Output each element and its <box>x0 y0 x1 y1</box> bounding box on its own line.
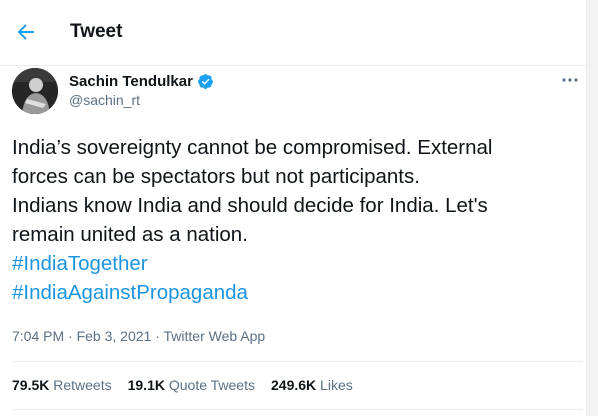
tweet-stats: 79.5K Retweets 19.1K Quote Tweets 249.6K… <box>12 377 353 393</box>
tweet-source[interactable]: Twitter Web App <box>164 328 266 344</box>
divider <box>12 409 582 410</box>
likes-label: Likes <box>320 377 353 393</box>
likes-count: 249.6K <box>271 377 317 393</box>
divider <box>12 361 582 362</box>
quote-tweets-count: 19.1K <box>127 377 165 393</box>
author-handle[interactable]: @sachin_rt <box>69 92 140 108</box>
tweet-text: India’s sovereignty cannot be compromise… <box>12 133 580 307</box>
retweets-count: 79.5K <box>12 377 50 393</box>
retweets-label: Retweets <box>53 377 112 393</box>
tweet-text-line: remain united as a nation. <box>12 223 248 246</box>
avatar[interactable] <box>12 68 58 114</box>
quote-tweets-stat[interactable]: 19.1K Quote Tweets <box>128 377 255 393</box>
tweet-time[interactable]: 7:04 PM <box>12 328 64 344</box>
meta-separator: · <box>68 328 73 344</box>
quote-tweets-label: Quote Tweets <box>168 377 255 393</box>
hashtag-link[interactable]: #IndiaAgainstPropaganda <box>12 278 580 307</box>
author-name: Sachin Tendulkar <box>69 73 193 90</box>
retweets-stat[interactable]: 79.5K Retweets <box>12 377 112 393</box>
arrow-left-icon[interactable] <box>14 20 38 44</box>
page-header: Tweet <box>0 0 586 66</box>
verified-badge-icon <box>197 74 213 89</box>
scrollbar[interactable] <box>587 0 598 416</box>
tweet-text-line: forces can be spectators but not partici… <box>12 165 420 188</box>
page-title: Tweet <box>70 21 123 42</box>
author-name-row[interactable]: Sachin Tendulkar <box>69 73 214 90</box>
meta-separator: · <box>155 328 160 344</box>
likes-stat[interactable]: 249.6K Likes <box>271 377 353 393</box>
tweet-text-line: India’s sovereignty cannot be compromise… <box>12 136 493 159</box>
tweet-date[interactable]: Feb 3, 2021 <box>77 328 152 344</box>
avatar-image <box>12 68 58 114</box>
tweet-text-line: Indians know India and should decide for… <box>12 194 488 217</box>
tweet-detail-panel: Tweet Sachin Tendulkar @sachin_rt India’… <box>0 0 587 416</box>
hashtag-link[interactable]: #IndiaTogether <box>12 249 580 278</box>
tweet-meta: 7:04 PM · Feb 3, 2021 · Twitter Web App <box>12 328 265 344</box>
more-horizontal-icon[interactable] <box>560 70 580 90</box>
